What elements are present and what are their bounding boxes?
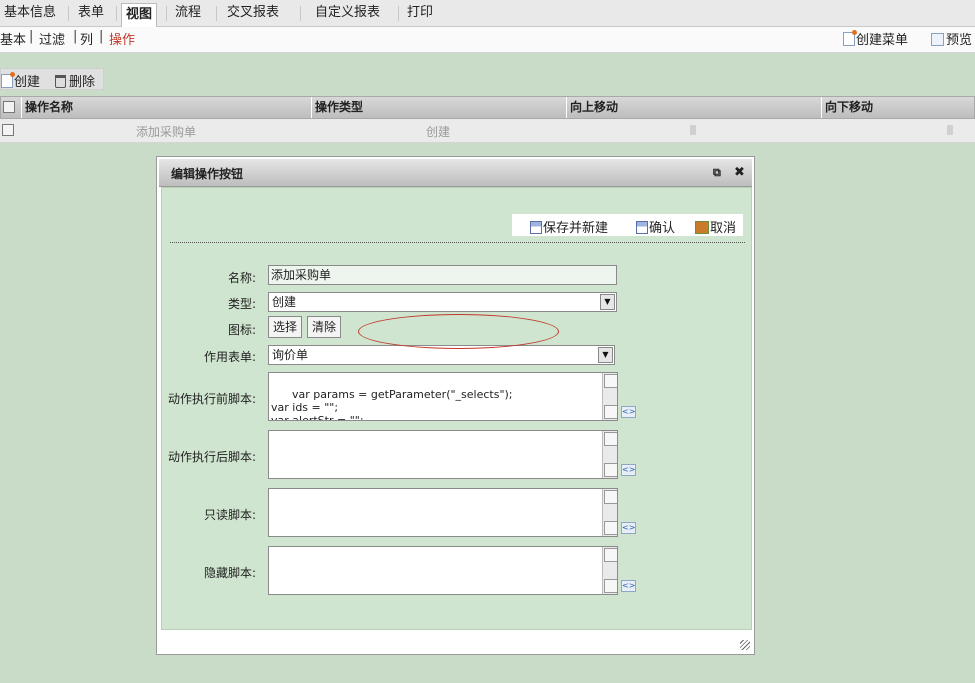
- delete-button[interactable]: 删除: [55, 71, 95, 90]
- tab-form[interactable]: 表单: [74, 0, 108, 27]
- chevron-down-icon[interactable]: ▼: [600, 294, 615, 310]
- clear-icon-button[interactable]: 清除: [307, 316, 342, 338]
- create-label: 创建: [14, 75, 41, 90]
- create-menu-label: 创建菜单: [856, 33, 909, 48]
- move-down-arrow-icon[interactable]: [947, 125, 953, 135]
- confirm-button[interactable]: 确认: [636, 217, 675, 236]
- save-and-new-label: 保存并新建: [543, 221, 609, 236]
- tab-custom-report[interactable]: 自定义报表: [311, 0, 384, 27]
- after-script-textarea[interactable]: [268, 430, 618, 479]
- close-icon[interactable]: ✖: [734, 165, 745, 180]
- trash-icon: [55, 75, 66, 88]
- new-document-icon: [1, 72, 15, 88]
- textarea-scrollbar[interactable]: [602, 547, 617, 594]
- select-all-checkbox[interactable]: [3, 101, 15, 113]
- before-script-label: 动作执行前脚本:: [167, 392, 256, 406]
- edit-operation-dialog: 编辑操作按钮 ⧉ ✖ 保存并新建 确认 取消 名称: 添加采购单 类型: 创建 …: [156, 156, 755, 655]
- table-row[interactable]: 添加采购单 创建: [0, 119, 975, 143]
- type-select-value: 创建: [272, 295, 297, 309]
- readonly-script-textarea[interactable]: [268, 488, 618, 537]
- before-script-content: var params = getParameter("_selects"); v…: [271, 388, 513, 421]
- save-and-new-button[interactable]: 保存并新建: [530, 217, 608, 236]
- column-header-move-down[interactable]: 向下移动: [821, 97, 975, 118]
- highlight-ellipse: [358, 314, 559, 349]
- form-select-value: 询价单: [272, 348, 309, 362]
- name-field[interactable]: 添加采购单: [268, 265, 617, 285]
- type-select[interactable]: 创建 ▼: [268, 292, 617, 312]
- delete-label: 删除: [69, 75, 96, 90]
- dialog-title: 编辑操作按钮: [171, 167, 244, 181]
- top-tab-bar: 基本信息 表单 视图 流程 交叉报表 自定义报表 打印: [0, 0, 975, 28]
- subnav-basic[interactable]: 基本: [0, 29, 26, 48]
- after-script-label: 动作执行后脚本:: [167, 450, 256, 464]
- column-header-move-up[interactable]: 向上移动: [566, 97, 821, 118]
- new-document-icon: [843, 30, 857, 46]
- sub-navigation: 基本 | 过滤 | 列 | 操作 创建菜单 预览: [0, 27, 975, 53]
- tab-print[interactable]: 打印: [403, 0, 437, 27]
- subnav-operations[interactable]: 操作: [109, 29, 135, 48]
- column-header-type[interactable]: 操作类型: [311, 97, 566, 118]
- choose-icon-button[interactable]: 选择: [268, 316, 303, 338]
- tab-separator: [166, 6, 167, 21]
- cancel-button[interactable]: 取消: [695, 217, 736, 236]
- tab-view[interactable]: 视图: [121, 3, 158, 28]
- subnav-separator: |: [73, 29, 78, 44]
- create-menu-button[interactable]: 创建菜单: [843, 30, 909, 50]
- column-header-name[interactable]: 操作名称: [21, 97, 311, 118]
- textarea-scrollbar[interactable]: [602, 431, 617, 478]
- subnav-separator: |: [99, 29, 104, 44]
- tab-separator: [300, 6, 301, 21]
- dialog-action-bar: 保存并新建 确认 取消: [512, 214, 743, 236]
- grid-toolbar: 创建 删除: [0, 68, 104, 90]
- tab-separator: [68, 6, 69, 21]
- code-editor-icon[interactable]: <>: [621, 580, 636, 592]
- subnav-filter[interactable]: 过滤: [39, 29, 65, 48]
- move-up-arrow-icon[interactable]: [690, 125, 696, 135]
- hidden-script-textarea[interactable]: [268, 546, 618, 595]
- save-icon: [530, 221, 542, 234]
- dialog-header[interactable]: 编辑操作按钮 ⧉ ✖: [159, 159, 752, 187]
- dialog-footer: [161, 630, 752, 652]
- tab-separator: [398, 6, 399, 21]
- code-editor-icon[interactable]: <>: [621, 406, 636, 418]
- name-label: 名称:: [227, 271, 256, 285]
- dialog-body: 保存并新建 确认 取消 名称: 添加采购单 类型: 创建 ▼ 图标: 选择 清除…: [161, 187, 752, 630]
- subnav-columns[interactable]: 列: [80, 29, 93, 48]
- row-action-name: 添加采购单: [136, 125, 197, 139]
- tab-separator: [116, 6, 117, 21]
- tab-separator: [216, 6, 217, 21]
- tab-basic-info[interactable]: 基本信息: [0, 0, 60, 27]
- resize-grip-icon[interactable]: [740, 640, 750, 650]
- icon-label: 图标:: [227, 323, 256, 337]
- subnav-separator: |: [29, 29, 34, 44]
- grid-header: 操作名称 操作类型 向上移动 向下移动: [0, 96, 975, 119]
- dotted-divider: [170, 242, 745, 243]
- textarea-scrollbar[interactable]: [602, 489, 617, 536]
- confirm-label: 确认: [649, 221, 676, 236]
- form-select[interactable]: 询价单 ▼: [268, 345, 615, 365]
- cancel-label: 取消: [710, 221, 737, 236]
- tab-cross-report[interactable]: 交叉报表: [223, 0, 283, 27]
- readonly-script-label: 只读脚本:: [203, 508, 256, 522]
- preview-button[interactable]: 预览: [931, 32, 972, 50]
- popout-icon[interactable]: ⧉: [713, 166, 721, 180]
- chevron-down-icon[interactable]: ▼: [598, 347, 613, 363]
- create-button[interactable]: 创建: [1, 71, 40, 90]
- textarea-scrollbar[interactable]: [602, 373, 617, 420]
- type-label: 类型:: [227, 297, 256, 311]
- save-icon: [636, 221, 648, 234]
- preview-icon: [931, 33, 944, 46]
- row-checkbox[interactable]: [2, 124, 14, 136]
- code-editor-icon[interactable]: <>: [621, 522, 636, 534]
- code-editor-icon[interactable]: <>: [621, 464, 636, 476]
- row-action-type: 创建: [426, 125, 451, 139]
- form-label: 作用表单:: [203, 350, 256, 364]
- tab-workflow[interactable]: 流程: [171, 0, 205, 27]
- hidden-script-label: 隐藏脚本:: [203, 566, 256, 580]
- cancel-icon: [695, 221, 709, 234]
- preview-label: 预览: [946, 33, 973, 48]
- before-script-textarea[interactable]: var params = getParameter("_selects"); v…: [268, 372, 618, 421]
